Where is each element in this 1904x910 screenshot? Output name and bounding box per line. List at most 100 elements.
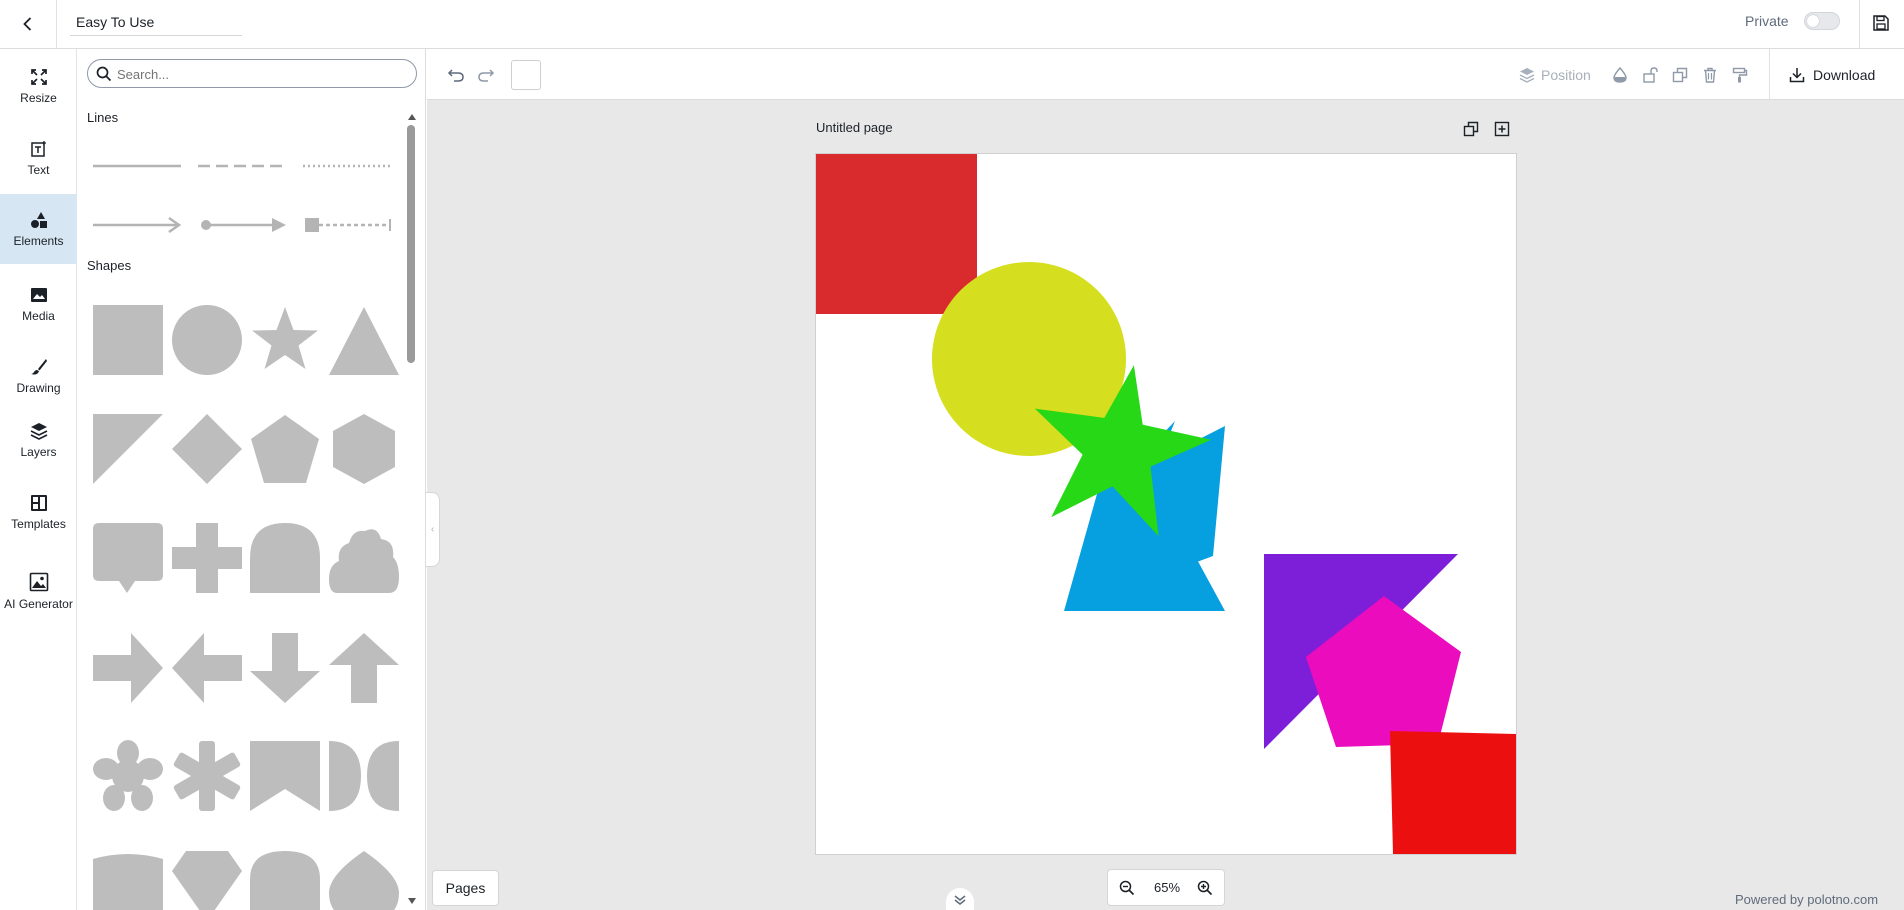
shape-asterisk[interactable] <box>170 739 244 813</box>
shape-arrow-left[interactable] <box>170 631 244 705</box>
chevron-left-icon <box>23 17 32 31</box>
redo-icon <box>478 69 495 82</box>
tab-resize[interactable]: Resize <box>0 51 77 121</box>
tab-label: Elements <box>13 233 64 248</box>
zoom-in-icon <box>1197 880 1213 896</box>
trash-icon <box>1704 67 1716 83</box>
private-label: Private <box>1745 13 1789 29</box>
shape-cross[interactable] <box>170 521 244 595</box>
top-bar: Private <box>0 0 1904 49</box>
duplicate-page-button[interactable] <box>1461 119 1481 139</box>
opacity-icon <box>1613 67 1627 83</box>
solid-line[interactable] <box>91 151 183 181</box>
tab-templates[interactable]: Templates <box>0 477 77 547</box>
shape-gem[interactable] <box>170 849 244 910</box>
download-button[interactable]: Download <box>1789 62 1875 88</box>
shape-bookmark[interactable] <box>248 739 322 813</box>
red-square-shape-bottom[interactable] <box>1390 731 1516 854</box>
shape-cloud[interactable] <box>327 521 401 595</box>
copy-style-button[interactable] <box>1727 62 1753 88</box>
tab-ai-generator[interactable]: AI Generator <box>0 556 77 626</box>
zoom-out-button[interactable] <box>1116 877 1138 899</box>
design-page[interactable] <box>816 154 1516 854</box>
shape-star[interactable] <box>248 303 322 377</box>
duplicate-icon <box>1672 67 1688 83</box>
expand-pages-button[interactable] <box>946 888 974 910</box>
download-label: Download <box>1813 67 1876 83</box>
tab-media[interactable]: Media <box>0 269 77 339</box>
shape-arrow-right[interactable] <box>91 631 165 705</box>
transparency-button[interactable] <box>1607 62 1633 88</box>
dotted-line[interactable] <box>301 151 393 181</box>
shape-speech-bubble[interactable] <box>91 521 165 595</box>
search-box[interactable] <box>87 59 417 88</box>
search-input[interactable] <box>117 64 407 84</box>
panel-scrollbar-thumb[interactable] <box>407 125 415 363</box>
tab-label: Layers <box>20 444 57 459</box>
templates-icon <box>30 494 47 511</box>
text-icon <box>30 140 46 157</box>
unlock-icon <box>1643 67 1658 83</box>
shape-right-triangle[interactable] <box>91 412 165 486</box>
fill-color-picker[interactable] <box>511 60 541 90</box>
red-square-shape[interactable] <box>816 154 977 314</box>
tab-drawing[interactable]: Drawing <box>0 341 77 411</box>
side-tabs: Resize Text Elements Media Drawing Layer… <box>0 49 77 910</box>
layers-icon <box>1519 68 1535 83</box>
floppy-disk-icon <box>1873 15 1889 31</box>
square-dashed-line[interactable] <box>301 210 393 240</box>
shape-circle[interactable] <box>170 303 244 377</box>
save-button[interactable] <box>1866 8 1896 38</box>
private-toggle[interactable] <box>1804 12 1840 30</box>
redo-button[interactable] <box>473 62 499 88</box>
pages-button[interactable]: Pages <box>433 871 498 905</box>
shape-half-circles[interactable] <box>327 739 401 813</box>
page-canvas <box>816 154 1516 854</box>
design-name-input[interactable] <box>70 8 242 36</box>
collapse-panel-handle[interactable]: ‹ <box>426 492 440 567</box>
shape-flower[interactable] <box>91 739 165 813</box>
layers-icon <box>30 422 47 440</box>
powered-by-link[interactable]: Powered by polotno.com <box>1735 892 1878 907</box>
delete-button[interactable] <box>1697 62 1723 88</box>
shapes-icon <box>30 211 47 228</box>
tab-text[interactable]: Text <box>0 123 77 193</box>
add-page-button[interactable] <box>1492 119 1512 139</box>
dashed-line[interactable] <box>196 151 288 181</box>
undo-button[interactable] <box>443 62 469 88</box>
tab-label: Resize <box>20 90 57 105</box>
shape-hexagon[interactable] <box>327 412 401 486</box>
ai-image-icon <box>29 572 48 591</box>
shape-cylinder[interactable] <box>91 849 165 910</box>
scroll-up-arrow[interactable] <box>408 114 416 120</box>
dot-arrow-line[interactable] <box>196 210 288 240</box>
back-button[interactable] <box>14 10 42 38</box>
tab-label: Drawing <box>16 380 61 395</box>
chevron-down-icon <box>954 895 966 905</box>
shape-pentagon[interactable] <box>248 412 322 486</box>
zoom-level: 65% <box>1153 880 1181 895</box>
shape-arrow-down[interactable] <box>248 631 322 705</box>
search-icon <box>96 66 112 82</box>
paint-roller-icon <box>1732 67 1748 83</box>
shape-arrow-up[interactable] <box>327 631 401 705</box>
duplicate-button[interactable] <box>1667 62 1693 88</box>
scroll-down-arrow[interactable] <box>408 898 416 904</box>
image-icon <box>30 287 47 302</box>
shape-rectangle[interactable] <box>91 303 165 377</box>
tab-layers[interactable]: Layers <box>0 405 77 475</box>
shape-diamond[interactable] <box>170 412 244 486</box>
shape-drop[interactable] <box>327 849 401 910</box>
zoom-in-button[interactable] <box>1194 877 1216 899</box>
zoom-out-icon <box>1119 880 1135 896</box>
shape-arch[interactable] <box>248 521 322 595</box>
arrow-line[interactable] <box>91 210 183 240</box>
position-button[interactable]: Position <box>1519 62 1591 88</box>
toolbar: Position Download <box>427 49 1904 100</box>
lines-section-title: Lines <box>87 110 119 125</box>
tab-elements[interactable]: Elements <box>0 194 77 264</box>
shape-dome[interactable] <box>248 849 322 910</box>
lock-button[interactable] <box>1637 62 1663 88</box>
download-icon <box>1789 68 1805 83</box>
shape-triangle[interactable] <box>327 303 401 377</box>
